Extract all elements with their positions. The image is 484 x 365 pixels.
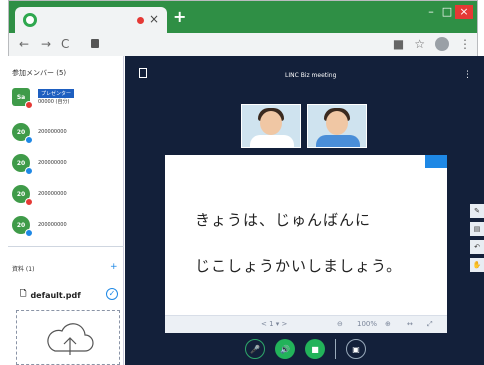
divider	[8, 246, 124, 247]
mic-status-icon	[25, 198, 33, 206]
video-thumbnail[interactable]	[307, 104, 367, 148]
hand-icon[interactable]: ✋	[470, 258, 484, 272]
call-controls: 🎤 🔊 ■ ▣	[245, 339, 366, 359]
speaker-icon[interactable]: 🔊	[275, 339, 295, 359]
member-name: 200000000	[38, 160, 67, 166]
video-thumbnail[interactable]	[241, 104, 301, 148]
lock-icon	[91, 39, 99, 48]
back-icon[interactable]: ←	[19, 37, 29, 51]
browser-tab[interactable]: ×	[15, 7, 167, 33]
slide-menu-button[interactable]	[425, 155, 447, 168]
camera-off-icon[interactable]: ▣	[346, 339, 366, 359]
member-name: 200000000	[38, 129, 67, 135]
member-name: 00000 (自分)	[38, 99, 70, 105]
slide-text-line: じこしょうかいしましょう。	[195, 257, 403, 275]
browser-window: × + – □ × ← → C ■ ☆ ⋮	[8, 0, 478, 57]
bookmark-star-icon[interactable]: ☆	[414, 37, 425, 51]
avatar: Sa	[12, 88, 33, 109]
avatar: 20	[12, 123, 33, 144]
undo-icon[interactable]: ↶	[470, 240, 484, 254]
member-name: 200000000	[38, 222, 67, 228]
add-file-button[interactable]: +	[110, 262, 118, 272]
divider	[335, 339, 336, 359]
zoom-level: 100%	[357, 320, 378, 328]
upload-dropzone[interactable]	[16, 310, 120, 365]
mic-status-icon	[25, 167, 33, 175]
reload-icon[interactable]: C	[61, 37, 69, 51]
app-logo-icon	[23, 13, 37, 27]
file-name: default.pdf	[30, 290, 81, 300]
right-toolbar: ✎ ▤ ↶ ✋	[470, 204, 484, 272]
member-item[interactable]: 20 200000000	[12, 185, 67, 206]
meeting-title: LINC Biz meeting	[285, 72, 337, 79]
member-item[interactable]: Sa プレゼンター 00000 (自分)	[12, 88, 75, 109]
tab-bar: × + – □ ×	[9, 1, 477, 33]
zoom-in-icon[interactable]: ⊕	[385, 320, 391, 328]
browser-toolbar: ← → C ■ ☆ ⋮	[9, 33, 477, 57]
fullscreen-icon[interactable]: ⤢	[427, 320, 433, 329]
zoom-out-icon[interactable]: ⊖	[337, 320, 343, 328]
mic-status-icon	[25, 229, 33, 237]
shared-slide: きょうは、じゅんばんに じこしょうかいしましょう。	[165, 155, 447, 315]
new-tab-button[interactable]: +	[173, 7, 186, 26]
camera-icon[interactable]: ■	[305, 339, 325, 359]
member-item[interactable]: 20 200000000	[12, 154, 67, 175]
document-icon: 🗋	[20, 289, 27, 298]
files-header: 資料 (1)	[12, 266, 35, 273]
window-close-icon[interactable]: ×	[455, 5, 473, 19]
left-panel: 参加メンバー (5) Sa プレゼンター 00000 (自分) 20 20000…	[8, 56, 124, 365]
slide-text-line: きょうは、じゅんばんに	[195, 211, 372, 229]
avatar: 20	[12, 216, 33, 237]
member-item[interactable]: 20 200000000	[12, 216, 67, 237]
cloud-upload-icon	[47, 323, 94, 355]
profile-avatar[interactable]	[435, 37, 449, 51]
maximize-icon[interactable]: □	[439, 5, 455, 19]
participant-face	[260, 111, 282, 135]
browser-actions: ■ ☆ ⋮	[393, 37, 471, 51]
forward-icon[interactable]: →	[41, 37, 51, 51]
fit-width-icon[interactable]: ↔	[407, 320, 413, 328]
avatar: 20	[12, 154, 33, 175]
more-options-icon[interactable]: ⋮	[463, 70, 472, 80]
menu-kebab-icon[interactable]: ⋮	[459, 37, 471, 51]
draw-pen-icon[interactable]: ✎	[470, 204, 484, 218]
meeting-area: LINC Biz meeting ⋮ きょうは、じゅんばんに じこしょうかいしま…	[125, 56, 484, 365]
cast-icon[interactable]: ■	[393, 37, 404, 51]
members-header: 参加メンバー (5)	[12, 69, 67, 77]
participant-body	[316, 135, 360, 147]
check-icon: ✓	[106, 288, 118, 300]
participant-face	[326, 111, 348, 135]
minimize-icon[interactable]: –	[423, 5, 439, 19]
member-name: 200000000	[38, 191, 67, 197]
sidebar-toggle-icon[interactable]	[139, 68, 147, 78]
file-item[interactable]: 🗋 default.pdf	[20, 288, 81, 302]
mic-status-icon	[25, 136, 33, 144]
member-item[interactable]: 20 200000000	[12, 123, 67, 144]
tab-close-icon[interactable]: ×	[149, 12, 159, 26]
page-navigator[interactable]: < 1 ▾ >	[261, 320, 287, 328]
participant-body	[250, 135, 294, 147]
mic-status-icon	[25, 101, 33, 109]
eraser-icon[interactable]: ▤	[470, 222, 484, 236]
avatar: 20	[12, 185, 33, 206]
mic-mute-icon[interactable]: 🎤	[245, 339, 265, 359]
presenter-badge: プレゼンター	[38, 89, 75, 98]
recording-dot-icon	[137, 17, 144, 24]
slide-toolbar: < 1 ▾ > ⊖ 100% ⊕ ↔ ⤢	[165, 315, 447, 333]
window-controls: – □ ×	[423, 5, 473, 19]
